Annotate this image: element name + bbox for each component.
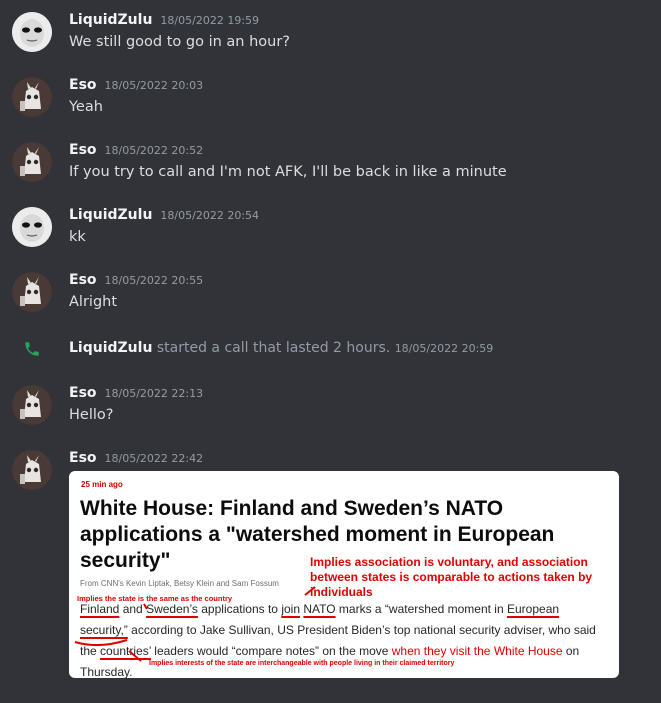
message-timestamp: 18/05/2022 20:54 <box>160 209 260 222</box>
message-text: kk <box>69 229 86 245</box>
message-text: We still good to go in an hour? <box>69 34 290 50</box>
message-author[interactable]: Eso 18/05/2022 22:42 <box>69 450 203 466</box>
author-name[interactable]: Eso <box>69 450 97 466</box>
author-name[interactable]: Eso <box>69 142 97 158</box>
avatar[interactable] <box>12 142 52 182</box>
annotation-voluntary-association: Implies association is voluntary, and as… <box>310 555 593 599</box>
call-description: started a call that lasted 2 hours. <box>156 340 391 356</box>
message-text: Hello? <box>69 407 114 423</box>
body-fragment: NATO <box>303 602 336 616</box>
message-text: Alright <box>69 294 118 310</box>
article-time-ago: 25 min ago <box>81 480 123 489</box>
message-text: If you try to call and I'm not AFK, I'll… <box>69 164 507 180</box>
message-author[interactable]: LiquidZulu 18/05/2022 19:59 <box>69 12 259 28</box>
message-text: Yeah <box>69 99 103 115</box>
message-timestamp: 18/05/2022 22:13 <box>104 387 204 400</box>
author-name[interactable]: Eso <box>69 77 97 93</box>
image-attachment[interactable]: 25 min ago White House: Finland and Swed… <box>69 471 619 678</box>
author-name[interactable]: Eso <box>69 385 97 401</box>
message-author[interactable]: Eso 18/05/2022 20:52 <box>69 142 203 158</box>
call-timestamp: 18/05/2022 20:59 <box>394 342 494 355</box>
author-name[interactable]: Eso <box>69 272 97 288</box>
avatar[interactable] <box>12 12 52 52</box>
message-timestamp: 18/05/2022 20:55 <box>104 274 204 287</box>
avatar[interactable] <box>12 272 52 312</box>
message-timestamp: 18/05/2022 19:59 <box>160 14 260 27</box>
call-system-message: LiquidZulu started a call that lasted 2 … <box>0 338 661 360</box>
body-fragment: marks a “watershed moment in <box>338 602 504 616</box>
annotation-state-country: Implies the state is the same as the cou… <box>77 594 233 603</box>
call-author[interactable]: LiquidZulu <box>69 340 152 356</box>
message-author[interactable]: Eso 18/05/2022 22:13 <box>69 385 203 401</box>
phone-icon <box>23 340 41 358</box>
body-fragment: countries’ <box>100 644 151 658</box>
body-fragment: and <box>122 602 143 616</box>
author-name[interactable]: LiquidZulu <box>69 207 152 223</box>
avatar[interactable] <box>12 385 52 425</box>
article-byline: From CNN's Kevin Liptak, Betsy Klein and… <box>80 579 279 588</box>
body-fragment: Finland <box>80 602 120 616</box>
message-timestamp: 18/05/2022 22:42 <box>104 452 204 465</box>
body-fragment: applications to <box>201 602 278 616</box>
message-timestamp: 18/05/2022 20:03 <box>104 79 204 92</box>
message-author[interactable]: Eso 18/05/2022 20:03 <box>69 77 203 93</box>
message-author[interactable]: LiquidZulu 18/05/2022 20:54 <box>69 207 259 223</box>
message-timestamp: 18/05/2022 20:52 <box>104 144 204 157</box>
call-text: LiquidZulu started a call that lasted 2 … <box>69 340 493 356</box>
body-fragment: join <box>281 602 300 616</box>
avatar[interactable] <box>12 450 52 490</box>
avatar[interactable] <box>12 77 52 117</box>
body-fragment: Sweden’s <box>146 602 198 616</box>
annotation-state-interests: Implies interests of the state are inter… <box>149 660 455 667</box>
body-fragment: when they visit the White House <box>391 644 563 658</box>
message-author[interactable]: Eso 18/05/2022 20:55 <box>69 272 203 288</box>
body-fragment: leaders would “compare notes” on the mov… <box>154 644 389 658</box>
avatar[interactable] <box>12 207 52 247</box>
author-name[interactable]: LiquidZulu <box>69 12 152 28</box>
